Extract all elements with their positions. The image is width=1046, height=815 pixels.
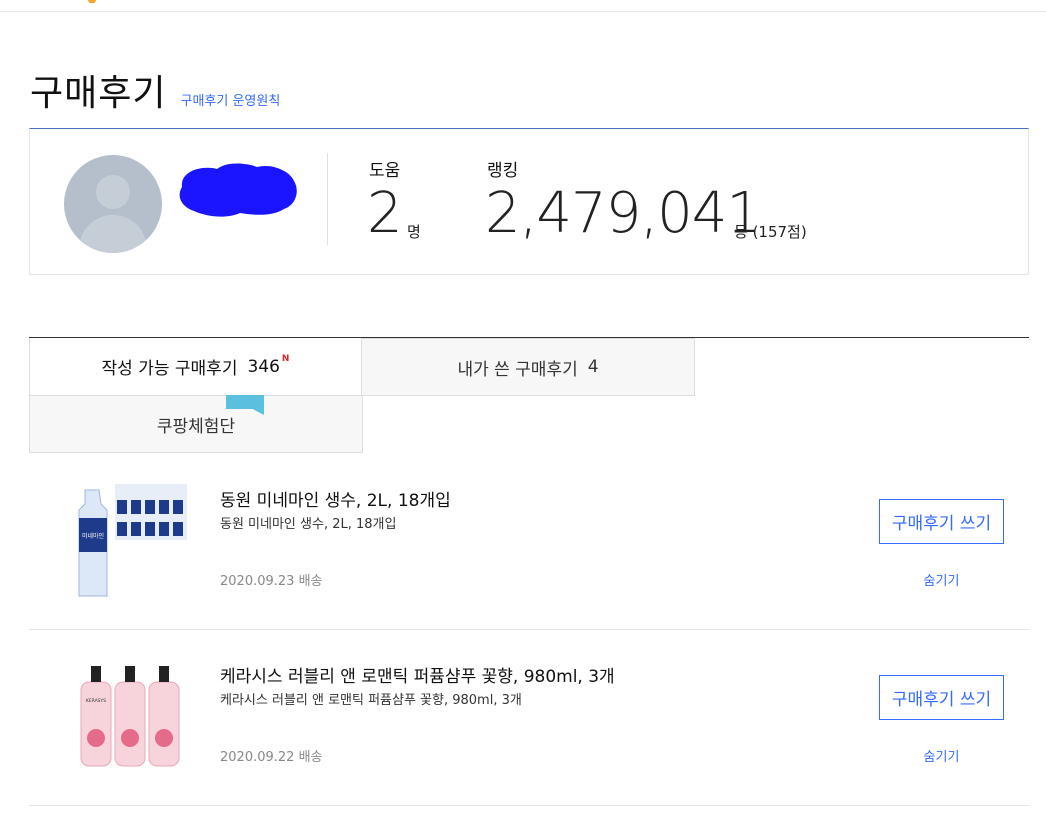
list-item: KERASYS 케라시스 러블리 앤 로맨틱 퍼퓸샴푸 꽃향, 980ml, 3… <box>29 630 1029 806</box>
page-title: 구매후기 <box>30 73 167 114</box>
help-unit: 명 <box>407 223 421 241</box>
help-count: 2 <box>367 181 403 246</box>
hide-link[interactable]: 숨기기 <box>879 746 1004 765</box>
top-divider <box>0 11 1046 12</box>
tab-coupang-experience[interactable]: 쿠팡체험단 <box>29 395 363 453</box>
product-subtitle: 동원 미네마인 생수, 2L, 18개입 <box>220 517 397 532</box>
profile-summary: 도움 2 명 랭킹 2,479,041 등 (157점) <box>29 128 1029 275</box>
help-label: 도움 <box>369 161 401 181</box>
list-item: 미네마인 동원 미네마인 생수, 2L, 18개입 동원 미네마인 생수, 2L… <box>29 454 1029 630</box>
avatar-body-icon <box>79 215 147 253</box>
avatar-head-icon <box>96 175 130 209</box>
product-title[interactable]: 동원 미네마인 생수, 2L, 18개입 <box>220 486 451 511</box>
rank-value: 2,479,041 <box>485 181 762 246</box>
new-badge: N <box>281 353 290 364</box>
tab-label: 내가 쓴 구매후기 <box>457 359 578 380</box>
redacted-username <box>179 163 297 217</box>
tab-count: 346 <box>247 356 280 377</box>
product-title[interactable]: 케라시스 러블리 앤 로맨틱 퍼퓸샴푸 꽃향, 980ml, 3개 <box>220 662 615 687</box>
tab-label: 작성 가능 구매후기 <box>101 359 238 379</box>
product-label-text: KERASYS <box>86 698 106 704</box>
tab-label: 쿠팡체험단 <box>156 416 236 437</box>
product-label-text: 미네마인 <box>82 532 104 540</box>
tab-writable-reviews[interactable]: 작성 가능 구매후기 346 N <box>29 338 362 396</box>
review-policy-link[interactable]: 구매후기 운영원칙 <box>180 90 280 109</box>
write-review-button[interactable]: 구매후기 쓰기 <box>879 675 1004 720</box>
product-water-image: 미네마인 <box>78 484 187 597</box>
delivery-date: 2020.09.23 배송 <box>220 574 323 589</box>
page-header: 구매후기 구매후기 운영원칙 <box>30 64 280 116</box>
avatar <box>64 155 162 253</box>
write-review-button[interactable]: 구매후기 쓰기 <box>879 499 1004 544</box>
rank-label: 랭킹 <box>487 161 519 181</box>
delivery-date: 2020.09.22 배송 <box>220 750 323 765</box>
rank-unit: 등 (157점) <box>734 223 807 241</box>
tab-my-reviews[interactable]: 내가 쓴 구매후기 4 <box>361 338 695 396</box>
profile-divider <box>327 153 328 245</box>
product-shampoo-image: KERASYS <box>80 666 180 767</box>
tab-count: 4 <box>587 357 599 377</box>
top-accent-mark <box>88 0 96 3</box>
product-subtitle: 케라시스 러블리 앤 로맨틱 퍼퓸샴푸 꽃향, 980ml, 3개 <box>220 693 522 708</box>
hide-link[interactable]: 숨기기 <box>879 570 1004 589</box>
